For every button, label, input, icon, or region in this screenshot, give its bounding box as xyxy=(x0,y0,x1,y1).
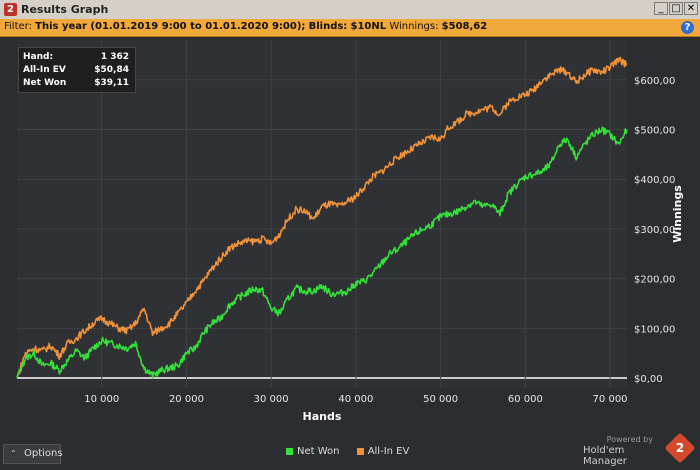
options-button[interactable]: ⌃ Options xyxy=(3,444,63,464)
results-graph-window: 2 Results Graph _ □ ✕ Filter: This year … xyxy=(0,0,700,467)
hm2-logo-text: 2 xyxy=(675,441,685,455)
powered-by-product: Hold'em Manager xyxy=(583,445,627,467)
x-tick-label: 70 000 xyxy=(593,394,628,405)
x-axis-title: Hands xyxy=(303,410,342,423)
x-tick-label: 60 000 xyxy=(508,394,543,405)
chart-legend: Net Won All-In EV xyxy=(286,446,423,460)
net-won-swatch xyxy=(286,447,293,455)
summary-net-won-label: Net Won xyxy=(23,78,67,88)
summary-net-won-value: $39,11 xyxy=(94,78,129,88)
y-tick-label: $300,00 xyxy=(634,225,675,236)
x-tick-label: 40 000 xyxy=(338,394,373,405)
options-label: Options xyxy=(24,448,63,459)
summary-allin-ev-label: All-In EV xyxy=(23,65,66,75)
summary-allin-ev-value: $50,84 xyxy=(94,65,129,75)
y-tick-label: $0,00 xyxy=(634,374,663,385)
hm2-logo-icon: 2 xyxy=(664,432,696,464)
legend-item-allin-ev[interactable]: All-In EV xyxy=(356,446,410,457)
y-tick-label: $100,00 xyxy=(634,324,675,335)
y-tick-label: $400,00 xyxy=(634,175,675,186)
chevron-up-icon: ⌃ xyxy=(10,449,17,458)
summary-hands-row: Hand: 1 362 xyxy=(23,52,131,62)
legend-item-net-won[interactable]: Net Won xyxy=(286,446,340,457)
powered-by-text: Powered by xyxy=(606,435,653,444)
summary-hands-label: Hand: xyxy=(23,52,54,62)
y-axis-title: Winnings xyxy=(671,185,684,243)
allin-ev-swatch xyxy=(356,447,364,455)
x-tick-label: 30 000 xyxy=(254,394,289,405)
y-tick-label: $600,00 xyxy=(634,76,675,87)
legend-net-won-label: Net Won xyxy=(297,446,340,457)
y-tick-label: $500,00 xyxy=(634,125,675,136)
legend-allin-ev-label: All-In EV xyxy=(367,446,410,457)
x-tick-label: 50 000 xyxy=(423,394,458,405)
summary-allin-ev-row: All-In EV $50,84 xyxy=(23,65,131,75)
y-tick-label: $200,00 xyxy=(634,275,675,286)
summary-net-won-row: Net Won $39,11 xyxy=(23,78,131,88)
summary-box: Hand: 1 362 All-In EV $50,84 Net Won $39… xyxy=(18,47,136,93)
x-tick-label: 20 000 xyxy=(169,394,204,405)
x-tick-label: 10 000 xyxy=(84,394,119,405)
powered-by-logo: Powered by Hold'em Manager 2 xyxy=(583,432,697,467)
summary-hands-value: 1 362 xyxy=(100,52,129,62)
